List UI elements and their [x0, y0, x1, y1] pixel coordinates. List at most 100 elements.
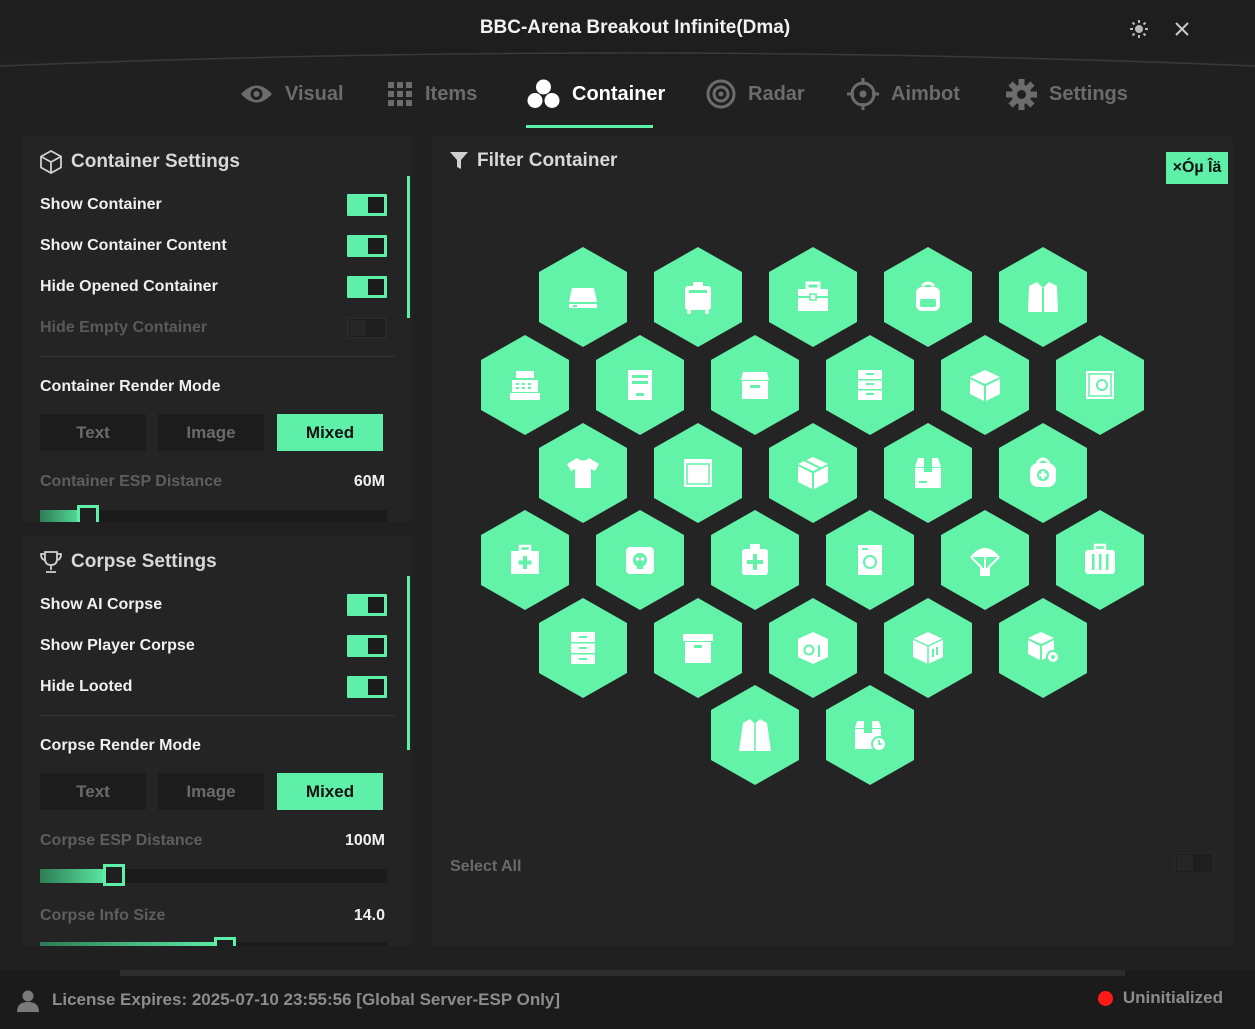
slider-value: 100M: [344, 832, 385, 849]
first-aid-kit-icon: [511, 544, 539, 574]
tab-container[interactable]: Container: [527, 72, 665, 116]
container-render-mode-image[interactable]: Image: [158, 414, 264, 451]
panel-title: Corpse Settings: [71, 551, 217, 572]
corpse-render-mode-image[interactable]: Image: [158, 773, 264, 810]
divider: [40, 715, 395, 716]
tab-settings[interactable]: Settings: [1006, 72, 1128, 116]
toggle-row-hide-looted: Hide Looted: [40, 672, 387, 702]
cooler-icon: [858, 545, 882, 575]
crosshair-icon: [847, 78, 879, 110]
slider-knob[interactable]: [103, 864, 125, 886]
show-container-toggle[interactable]: [347, 194, 387, 216]
select-all-toggle[interactable]: [1174, 852, 1214, 874]
corpse-settings-header: Corpse Settings: [40, 550, 217, 574]
weapon-case-icon: [798, 632, 828, 664]
container-render-mode-mixed[interactable]: Mixed: [277, 414, 383, 451]
timed-box-icon: [855, 721, 887, 752]
eye-icon: [241, 85, 272, 103]
tab-bar: Visual Items Container Radar Aimbot Sett…: [0, 62, 1255, 128]
license-text: License Expires: 2025-07-10 23:55:56 [Gl…: [52, 990, 561, 1009]
app-window: BBC-Arena Breakout Infinite(Dma) Visual …: [0, 0, 1255, 1029]
airdrop-icon: [970, 548, 1000, 576]
skull-box-icon: [626, 547, 654, 574]
corpse-esp-distance-row: Corpse ESP Distance 100M: [40, 832, 385, 850]
tab-label: Container: [572, 82, 666, 105]
status-bar: License Expires: 2025-07-10 23:55:56 [Gl…: [0, 970, 1255, 1029]
render-mode-label: Container Render Mode: [40, 378, 221, 395]
slider-knob[interactable]: [214, 937, 236, 946]
toggle-row-hide-empty-container: Hide Empty Container: [40, 313, 387, 343]
license-info: License Expires: 2025-07-10 23:55:56 [Gl…: [16, 988, 560, 1012]
status-dot-icon: [1097, 990, 1113, 1006]
slider-label: Corpse Info Size: [40, 907, 166, 924]
filter-icon: [450, 152, 468, 169]
hide-looted-toggle[interactable]: [347, 676, 387, 698]
show-ai-corpse-toggle[interactable]: [347, 594, 387, 616]
slider-value: 14.0: [353, 907, 385, 924]
container-esp-distance-slider[interactable]: [40, 505, 387, 522]
hide-empty-container-toggle[interactable]: [347, 317, 387, 339]
panel-title: Filter Container: [477, 150, 618, 171]
filter-badge[interactable]: ×Óµ Îä: [1166, 152, 1228, 184]
toggle-row-show-ai-corpse: Show AI Corpse: [40, 590, 387, 620]
jacket-icon: [1028, 282, 1058, 312]
backpack-icon: [916, 281, 940, 311]
storage-bin-icon: [741, 372, 769, 399]
tab-visual[interactable]: Visual: [240, 72, 344, 116]
toggle-label: Hide Empty Container: [40, 319, 208, 336]
wooden-crate-icon: [912, 632, 944, 664]
container-render-mode-text[interactable]: Text: [40, 414, 146, 451]
tab-label: Radar: [748, 82, 805, 105]
archive-box-icon: [683, 634, 713, 663]
tab-aimbot[interactable]: Aimbot: [847, 72, 960, 116]
coat-icon: [739, 719, 771, 751]
cash-register-icon: [510, 371, 540, 400]
toggle-label: Show Container Content: [40, 237, 227, 254]
open-box-icon: [915, 458, 941, 488]
shirt-icon: [567, 458, 599, 488]
tab-radar[interactable]: Radar: [706, 72, 805, 116]
toggle-label: Show AI Corpse: [40, 596, 163, 613]
toggle-knob: [1177, 855, 1193, 871]
toggle-row-show-container: Show Container: [40, 190, 387, 220]
supply-box-icon: [1028, 632, 1060, 664]
slider-fill: [40, 942, 225, 946]
corpse-render-mode-text[interactable]: Text: [40, 773, 146, 810]
corpse-settings-panel: Corpse Settings Show AI Corpse Show Play…: [22, 536, 412, 946]
panel-title: Container Settings: [71, 151, 240, 172]
cube-icon: [970, 370, 1000, 401]
hide-opened-container-toggle[interactable]: [347, 276, 387, 298]
toggle-row-hide-opened-container: Hide Opened Container: [40, 272, 387, 302]
container-settings-panel: Container Settings Show Container Show C…: [22, 136, 412, 522]
slider-knob[interactable]: [77, 505, 99, 522]
safe-icon: [1086, 371, 1114, 399]
corpse-info-size-row: Corpse Info Size 14.0: [40, 907, 385, 925]
toggle-row-show-player-corpse: Show Player Corpse: [40, 631, 387, 661]
divider: [40, 356, 395, 357]
render-mode-label: Corpse Render Mode: [40, 737, 201, 754]
theme-sun-icon[interactable]: [1124, 14, 1154, 44]
slider-value: 60M: [353, 473, 385, 490]
container-panel-scrollbar[interactable]: [407, 176, 410, 318]
filter-container-header: Filter Container: [450, 150, 617, 172]
luggage-icon: [1085, 543, 1115, 574]
tab-items[interactable]: Items: [388, 72, 477, 116]
corpse-esp-distance-slider[interactable]: [40, 864, 387, 886]
toolbox-icon: [798, 281, 828, 311]
slider-label: Container ESP Distance: [40, 473, 222, 490]
window-title: BBC-Arena Breakout Infinite(Dma): [479, 17, 791, 38]
medkit-icon: [742, 544, 768, 575]
corpse-render-mode-mixed[interactable]: Mixed: [277, 773, 383, 810]
close-icon[interactable]: [1167, 14, 1197, 44]
toggle-label: Hide Opened Container: [40, 278, 218, 295]
drive-icon: [569, 288, 597, 308]
medical-bag-icon: [1030, 457, 1056, 487]
corpse-panel-scrollbar[interactable]: [407, 576, 410, 750]
show-container-content-toggle[interactable]: [347, 235, 387, 257]
select-all-label: Select All: [450, 858, 522, 875]
show-player-corpse-toggle[interactable]: [347, 635, 387, 657]
corpse-info-size-slider[interactable]: [40, 937, 387, 946]
toggle-row-show-container-content: Show Container Content: [40, 231, 387, 261]
tab-label: Items: [425, 82, 478, 105]
grid-icon: [388, 81, 412, 106]
